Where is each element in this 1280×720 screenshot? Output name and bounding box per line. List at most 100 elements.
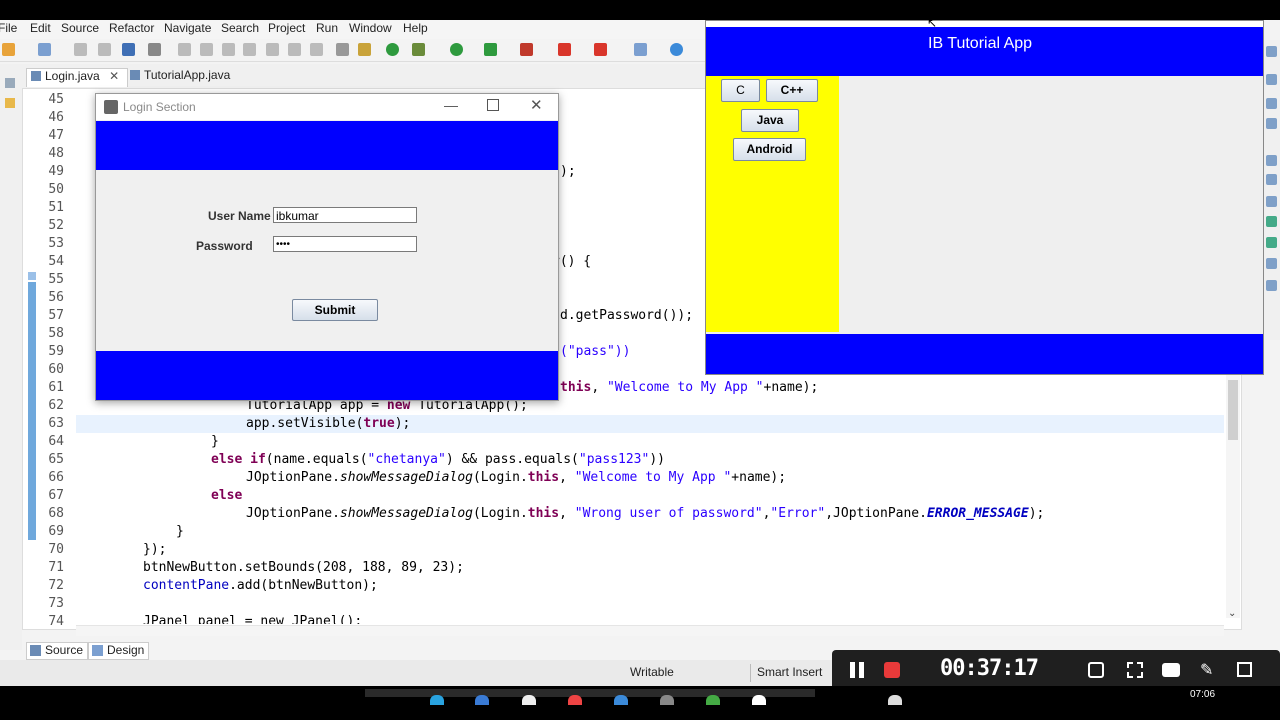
webcam-icon[interactable] [1088,662,1104,678]
drop-to-frame-icon[interactable] [336,43,349,56]
terminate-icon[interactable] [222,43,235,56]
close-icon[interactable]: ✕ [109,69,119,83]
cursor-icon: ↖ [927,16,938,30]
code-token: this [560,380,592,395]
palette-icon[interactable] [1266,280,1277,291]
camera-icon[interactable] [1162,663,1180,677]
code-token: "pass123" [578,452,650,467]
horizontal-scrollbar[interactable] [76,625,1224,636]
build-icon[interactable] [386,43,399,56]
code-token: else [211,488,243,503]
step-return-icon[interactable] [310,43,323,56]
app-icon[interactable] [706,695,720,705]
menu-window[interactable]: Window [349,21,392,35]
fullscreen-icon[interactable] [1127,662,1143,678]
tab-label: Design [107,643,145,657]
menu-refactor[interactable]: Refactor [109,21,154,35]
package-explorer-icon[interactable] [5,98,15,108]
password-field[interactable]: •••• [273,236,417,252]
tab-tutorialapp-java[interactable]: TutorialApp.java [126,68,244,86]
stop-icon[interactable] [558,43,571,56]
problems-icon[interactable] [1266,174,1277,185]
code-line-69: } [176,524,184,539]
code-token: "Welcome to My App " [606,380,764,395]
c-button[interactable]: C [721,79,760,102]
maximize-icon[interactable] [487,99,499,111]
eclipse-icon[interactable] [752,695,766,705]
java-button[interactable]: Java [741,109,799,132]
scroll-down-icon[interactable]: ⌄ [1228,608,1236,619]
code-line-67: else [211,488,242,503]
use-step-filters-icon[interactable] [358,43,371,56]
debug-icon[interactable] [412,43,425,56]
close-icon[interactable]: ✕ [530,96,543,114]
app-title: IB Tutorial App [928,35,1033,52]
status-writable: Writable [630,665,674,679]
minimize-icon[interactable] [1266,155,1277,166]
tab-design[interactable]: Design [88,642,150,660]
new-icon[interactable] [2,43,15,56]
draw-icon[interactable]: ✎ [1200,660,1213,680]
menu-edit[interactable]: Edit [30,21,51,35]
properties-icon[interactable] [1266,118,1277,129]
code-token: ,JOptionPane. [825,506,927,521]
step-into-icon[interactable] [266,43,279,56]
minimize-window-icon[interactable] [1237,662,1252,677]
tab-login-java[interactable]: Login.java ✕ [26,68,128,87]
console-icon[interactable] [1266,258,1277,269]
skip-breakpoints-icon[interactable] [148,43,161,56]
chrome-icon[interactable] [522,695,536,705]
build-all-icon[interactable] [594,43,607,56]
coverage-icon[interactable] [484,43,497,56]
step-over-icon[interactable] [288,43,301,56]
line-number: 62 [48,398,64,413]
menu-navigate[interactable]: Navigate [164,21,211,35]
search-icon[interactable] [670,43,683,56]
screen-recorder-bar: 00:37:17 ✎ [832,650,1280,690]
disconnect-icon[interactable] [243,43,256,56]
app-icon[interactable] [614,695,628,705]
edge-icon[interactable] [430,695,444,705]
save-all-icon[interactable] [98,43,111,56]
window-title: Login Section [123,100,196,114]
menu-help[interactable]: Help [403,21,428,35]
line-number: 66 [48,470,64,485]
resume-icon[interactable] [178,43,191,56]
save-icon[interactable] [74,43,87,56]
app-icon[interactable] [568,695,582,705]
app-icon[interactable] [888,695,902,705]
external-tools-icon[interactable] [520,43,533,56]
java-app-icon [104,100,118,114]
new-java-project-icon[interactable] [38,43,51,56]
minimize-icon[interactable] [1266,74,1277,85]
cpp-button[interactable]: C++ [766,79,818,102]
suspend-icon[interactable] [200,43,213,56]
username-field[interactable]: ibkumar [273,207,417,223]
outline-icon[interactable] [1266,46,1277,57]
run-icon[interactable] [450,43,463,56]
mail-icon[interactable] [475,695,489,705]
console-icon[interactable] [122,43,135,56]
menu-source[interactable]: Source [61,21,99,35]
minimize-icon[interactable]: — [444,97,458,113]
menu-search[interactable]: Search [221,21,259,35]
scrollbar-thumb[interactable] [1228,380,1238,440]
menu-file[interactable]: File [0,21,17,35]
menu-run[interactable]: Run [316,21,338,35]
recording-timer: 00:37:17 [940,656,1039,681]
open-type-icon[interactable] [634,43,647,56]
code-token: ); [394,416,411,431]
tab-source[interactable]: Source [26,642,89,660]
declaration-icon[interactable] [1266,216,1277,227]
stop-record-icon[interactable] [884,662,900,678]
android-button[interactable]: Android [733,138,806,161]
minimize-icon[interactable] [5,78,15,88]
javadoc-icon[interactable] [1266,196,1277,207]
app-icon[interactable] [660,695,674,705]
menu-project[interactable]: Project [268,21,305,35]
submit-button[interactable]: Submit [292,299,378,321]
hierarchy-icon[interactable] [1266,237,1277,248]
pause-icon[interactable] [850,662,855,678]
code-token: ERROR_MESSAGE [926,506,1029,521]
task-list-icon[interactable] [1266,98,1277,109]
